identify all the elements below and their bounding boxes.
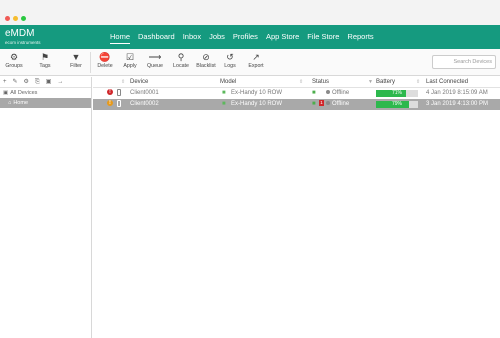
nav-file-store[interactable]: File Store <box>307 32 339 44</box>
battery-bar: 79% <box>376 101 418 108</box>
table-row[interactable]: ! Client0001 ■ Ex-Handy 10 ROW ■ Offline… <box>93 88 500 99</box>
phone-icon <box>117 88 121 98</box>
export-icon: ↗ <box>252 52 260 62</box>
device-name: Client0002 <box>130 101 159 107</box>
table-header: ⇳ Device Model ⇳ Status ▼ Battery ⇳ Last… <box>93 77 500 88</box>
settings-icon[interactable]: ⚙ <box>24 77 29 87</box>
last-connected: 3 Jan 2019 4:13:00 PM <box>426 101 489 107</box>
app-header: eMDM ecom instruments Home Dashboard Inb… <box>0 25 500 49</box>
status-dot <box>326 101 330 106</box>
lock-icon: ■ <box>312 90 316 96</box>
status-dot <box>326 90 330 95</box>
device-table: ⇳ Device Model ⇳ Status ▼ Battery ⇳ Last… <box>93 77 500 110</box>
nav-inbox[interactable]: Inbox <box>183 32 201 44</box>
sidebar-toolbar: + ✎ ⚙ ⎘ ▣ → <box>0 77 91 88</box>
search-input[interactable] <box>432 55 496 69</box>
queue-button[interactable]: ⟶ Queue <box>144 52 166 70</box>
tag-icon: ⚑ <box>40 52 50 62</box>
lock-icon: ■ <box>312 101 316 107</box>
window-chrome <box>0 0 500 25</box>
edit-group-icon[interactable]: ✎ <box>13 77 18 87</box>
filter-column-icon[interactable]: ▼ <box>368 77 373 87</box>
export-button[interactable]: ↗ Export <box>245 52 267 70</box>
column-model[interactable]: Model <box>220 77 236 87</box>
groups-button[interactable]: ⚙ Groups <box>4 52 24 70</box>
last-connected: 4 Jan 2019 8:15:09 AM <box>426 90 488 96</box>
add-group-icon[interactable]: + <box>3 77 7 87</box>
nav-jobs[interactable]: Jobs <box>209 32 225 44</box>
device-model: Ex-Handy 10 ROW <box>231 90 283 96</box>
column-device[interactable]: Device <box>130 77 148 87</box>
tags-button[interactable]: ⚑ Tags <box>35 52 55 70</box>
collapse-icon[interactable]: ▣ <box>46 77 52 87</box>
battery-bar: 71% <box>376 90 418 97</box>
checkbox-icon: ☑ <box>125 52 135 62</box>
alert-icon: ! <box>107 99 113 109</box>
logs-icon: ↺ <box>226 52 234 62</box>
apply-button[interactable]: ☑ Apply <box>120 52 140 70</box>
toolbar: ⚙ Groups ⚑ Tags ▼ Filter ⛔ Delete ☑ Appl… <box>0 49 500 76</box>
share-icon[interactable]: ⎘ <box>35 77 40 87</box>
filter-button[interactable]: ▼ Filter <box>66 52 86 70</box>
filter-icon: ▼ <box>71 52 81 62</box>
app-subtitle: ecom instruments <box>5 40 41 45</box>
nav-profiles[interactable]: Profiles <box>233 32 258 44</box>
android-icon: ■ <box>222 101 226 107</box>
device-model: Ex-Handy 10 ROW <box>231 101 283 107</box>
sidebar-item-all-devices[interactable]: ▣ All Devices <box>0 88 91 98</box>
column-battery[interactable]: Battery <box>376 77 395 87</box>
groups-icon: ⚙ <box>9 52 19 62</box>
move-icon[interactable]: → <box>57 77 63 87</box>
nav-reports[interactable]: Reports <box>347 32 373 44</box>
sidebar-item-label: Home <box>13 100 28 106</box>
delete-icon: ⛔ <box>99 52 111 62</box>
zoom-window-button[interactable] <box>21 16 26 21</box>
battery-label: 71% <box>391 90 402 96</box>
device-name: Client0001 <box>130 90 159 96</box>
phone-icon <box>117 99 121 109</box>
sidebar: + ✎ ⚙ ⎘ ▣ → ▣ All Devices ⌂ Home <box>0 77 92 338</box>
nav-app-store[interactable]: App Store <box>266 32 299 44</box>
blacklist-icon: ⊘ <box>202 52 210 62</box>
column-status[interactable]: Status <box>312 77 329 87</box>
alert-icon: ! <box>107 88 113 98</box>
sort-icon[interactable]: ⇳ <box>416 77 420 87</box>
sort-icon[interactable]: ⇳ <box>121 77 125 87</box>
main-nav: Home Dashboard Inbox Jobs Profiles App S… <box>110 32 374 44</box>
android-icon: ■ <box>222 90 226 96</box>
status-alert-badge: 1 <box>319 100 324 107</box>
home-icon: ⌂ <box>8 100 12 106</box>
close-window-button[interactable] <box>5 16 10 21</box>
blacklist-button[interactable]: ⊘ Blacklist <box>194 52 218 70</box>
nav-dashboard[interactable]: Dashboard <box>138 32 175 44</box>
sidebar-item-label: All Devices <box>10 90 38 96</box>
device-status: Offline <box>326 88 349 98</box>
location-pin-icon: ⚲ <box>177 52 185 62</box>
devices-icon: ▣ <box>3 90 9 96</box>
sidebar-item-home[interactable]: ⌂ Home <box>0 98 91 108</box>
nav-home[interactable]: Home <box>110 32 131 44</box>
logs-button[interactable]: ↺ Logs <box>221 52 239 70</box>
minimize-window-button[interactable] <box>13 16 18 21</box>
table-row[interactable]: ! Client0002 ■ Ex-Handy 10 ROW ■ 1 Offli… <box>93 99 500 110</box>
battery-label: 79% <box>391 101 402 107</box>
column-last-connected[interactable]: Last Connected <box>426 77 468 87</box>
toolbar-divider <box>90 52 91 73</box>
arrow-right-icon: ⟶ <box>148 52 162 62</box>
locate-button[interactable]: ⚲ Locate <box>170 52 192 70</box>
delete-button[interactable]: ⛔ Delete <box>94 52 116 70</box>
device-status: Offline <box>326 99 349 109</box>
app-title: eMDM <box>5 28 35 39</box>
sort-icon[interactable]: ⇳ <box>299 77 303 87</box>
